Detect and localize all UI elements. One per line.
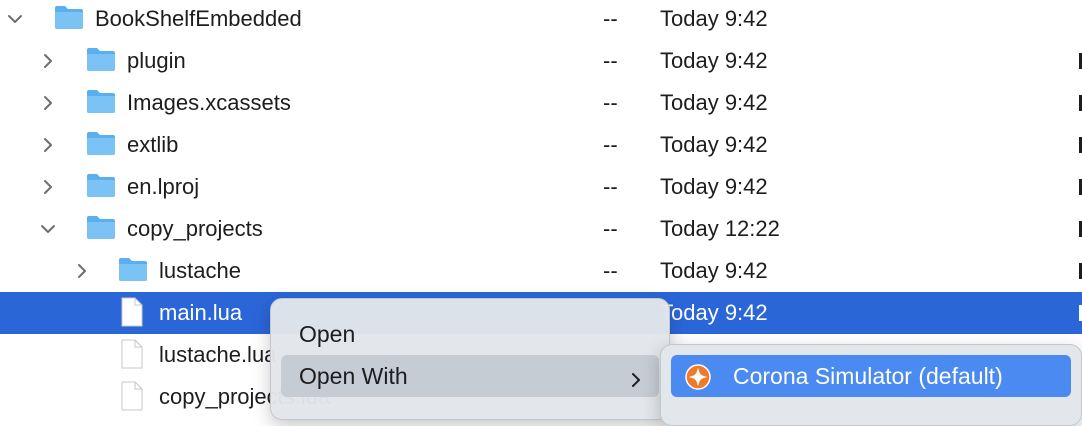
document-icon	[120, 297, 144, 333]
chevron-right-icon[interactable]	[38, 166, 58, 208]
file-size: --	[603, 258, 618, 283]
folder-icon	[86, 130, 116, 162]
chevron-down-icon[interactable]	[38, 208, 58, 250]
file-date: Today 9:42	[660, 174, 768, 199]
folder-icon	[54, 4, 84, 36]
menu-item-corona-simulator[interactable]: Corona Simulator (default)	[671, 355, 1071, 397]
chevron-right-icon[interactable]	[38, 124, 58, 166]
folder-icon	[86, 172, 116, 204]
file-size: --	[603, 216, 618, 241]
document-icon	[120, 339, 144, 375]
file-size: --	[603, 48, 618, 73]
file-name: copy_projects	[127, 216, 263, 241]
file-row-copy-projects[interactable]: copy_projects -- Today 12:22	[0, 208, 1082, 250]
file-date: Today 9:42	[660, 90, 768, 115]
file-row-images-xcassets[interactable]: Images.xcassets -- Today 9:42	[0, 82, 1082, 124]
file-name: lustache	[159, 258, 241, 283]
file-row-lustache[interactable]: lustache -- Today 9:42	[0, 250, 1082, 292]
file-size: --	[603, 90, 618, 115]
file-name: extlib	[127, 132, 179, 157]
file-date: Today 12:22	[660, 216, 780, 241]
file-row-extlib[interactable]: extlib -- Today 9:42	[0, 124, 1082, 166]
folder-icon	[86, 214, 116, 246]
folder-icon	[86, 88, 116, 120]
folder-icon	[118, 256, 148, 288]
corona-simulator-icon	[685, 364, 711, 396]
file-name: main.lua	[159, 300, 243, 325]
context-menu: Open Open With	[270, 298, 670, 420]
menu-item-label: Corona Simulator (default)	[733, 363, 1003, 389]
chevron-right-icon[interactable]	[72, 250, 92, 292]
file-size: --	[603, 132, 618, 157]
file-name: en.lproj	[127, 174, 200, 199]
file-date: Today 9:42	[660, 48, 768, 73]
file-size: --	[603, 174, 618, 199]
file-row-bookshelfembedded[interactable]: BookShelfEmbedded -- Today 9:42	[0, 0, 1082, 40]
file-name: lustache.lua	[159, 342, 277, 367]
menu-item-open[interactable]: Open	[281, 313, 659, 355]
file-date: Today 9:42	[660, 258, 768, 283]
menu-item-open-with[interactable]: Open With	[281, 355, 659, 397]
menu-item-label: Open	[299, 321, 356, 347]
file-name: Images.xcassets	[127, 90, 291, 115]
menu-item-label: Open With	[299, 363, 408, 389]
file-size: --	[603, 6, 618, 31]
file-name: BookShelfEmbedded	[95, 6, 302, 31]
chevron-right-icon	[631, 367, 641, 394]
file-date: Today 9:42	[660, 300, 768, 325]
file-row-en-lproj[interactable]: en.lproj -- Today 9:42	[0, 166, 1082, 208]
file-date: Today 9:42	[660, 6, 768, 31]
file-name: plugin	[127, 48, 186, 73]
document-icon	[120, 381, 144, 417]
chevron-right-icon[interactable]	[38, 40, 58, 82]
open-with-submenu: Corona Simulator (default)	[660, 344, 1082, 426]
file-row-plugin[interactable]: plugin -- Today 9:42	[0, 40, 1082, 82]
folder-icon	[86, 46, 116, 78]
file-date: Today 9:42	[660, 132, 768, 157]
chevron-down-icon[interactable]	[5, 0, 25, 40]
chevron-right-icon[interactable]	[38, 82, 58, 124]
